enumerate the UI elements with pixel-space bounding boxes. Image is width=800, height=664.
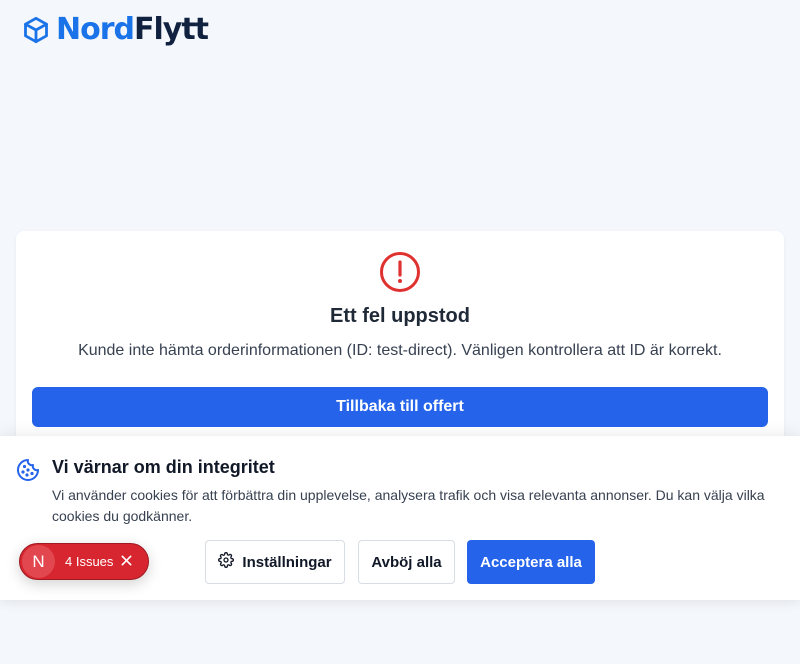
cookie-settings-button[interactable]: Inställningar xyxy=(205,540,345,584)
accept-all-button[interactable]: Acceptera alla xyxy=(467,540,595,584)
reject-all-button[interactable]: Avböj alla xyxy=(358,540,455,584)
issues-badge: N xyxy=(22,545,55,578)
brand-name-part2: Flytt xyxy=(134,12,209,47)
cookie-description: Vi använder cookies för att förbättra di… xyxy=(52,487,765,524)
error-card: Ett fel uppstod Kunde inte hämta orderin… xyxy=(16,231,784,446)
page: NordFlytt Ett fel uppstod Kunde inte häm… xyxy=(0,0,800,664)
issues-indicator[interactable]: N 4 Issues xyxy=(19,543,149,580)
cookie-title: Vi värnar om din integritet xyxy=(52,457,275,477)
error-message: Kunde inte hämta orderinformationen (ID:… xyxy=(78,342,722,359)
cookie-settings-label: Inställningar xyxy=(242,553,332,571)
box-icon xyxy=(22,16,50,44)
alert-circle-icon xyxy=(379,251,421,298)
brand-name: NordFlytt xyxy=(56,12,209,48)
back-to-offer-button[interactable]: Tillbaka till offert xyxy=(32,387,768,427)
close-icon[interactable] xyxy=(121,554,132,570)
gear-icon xyxy=(218,552,235,572)
brand-logo[interactable]: NordFlytt xyxy=(22,12,209,48)
brand-name-part1: Nord xyxy=(56,12,135,47)
error-title: Ett fel uppstod xyxy=(330,305,470,327)
issues-count-label: 4 Issues xyxy=(65,554,114,569)
cookie-icon xyxy=(16,458,40,487)
